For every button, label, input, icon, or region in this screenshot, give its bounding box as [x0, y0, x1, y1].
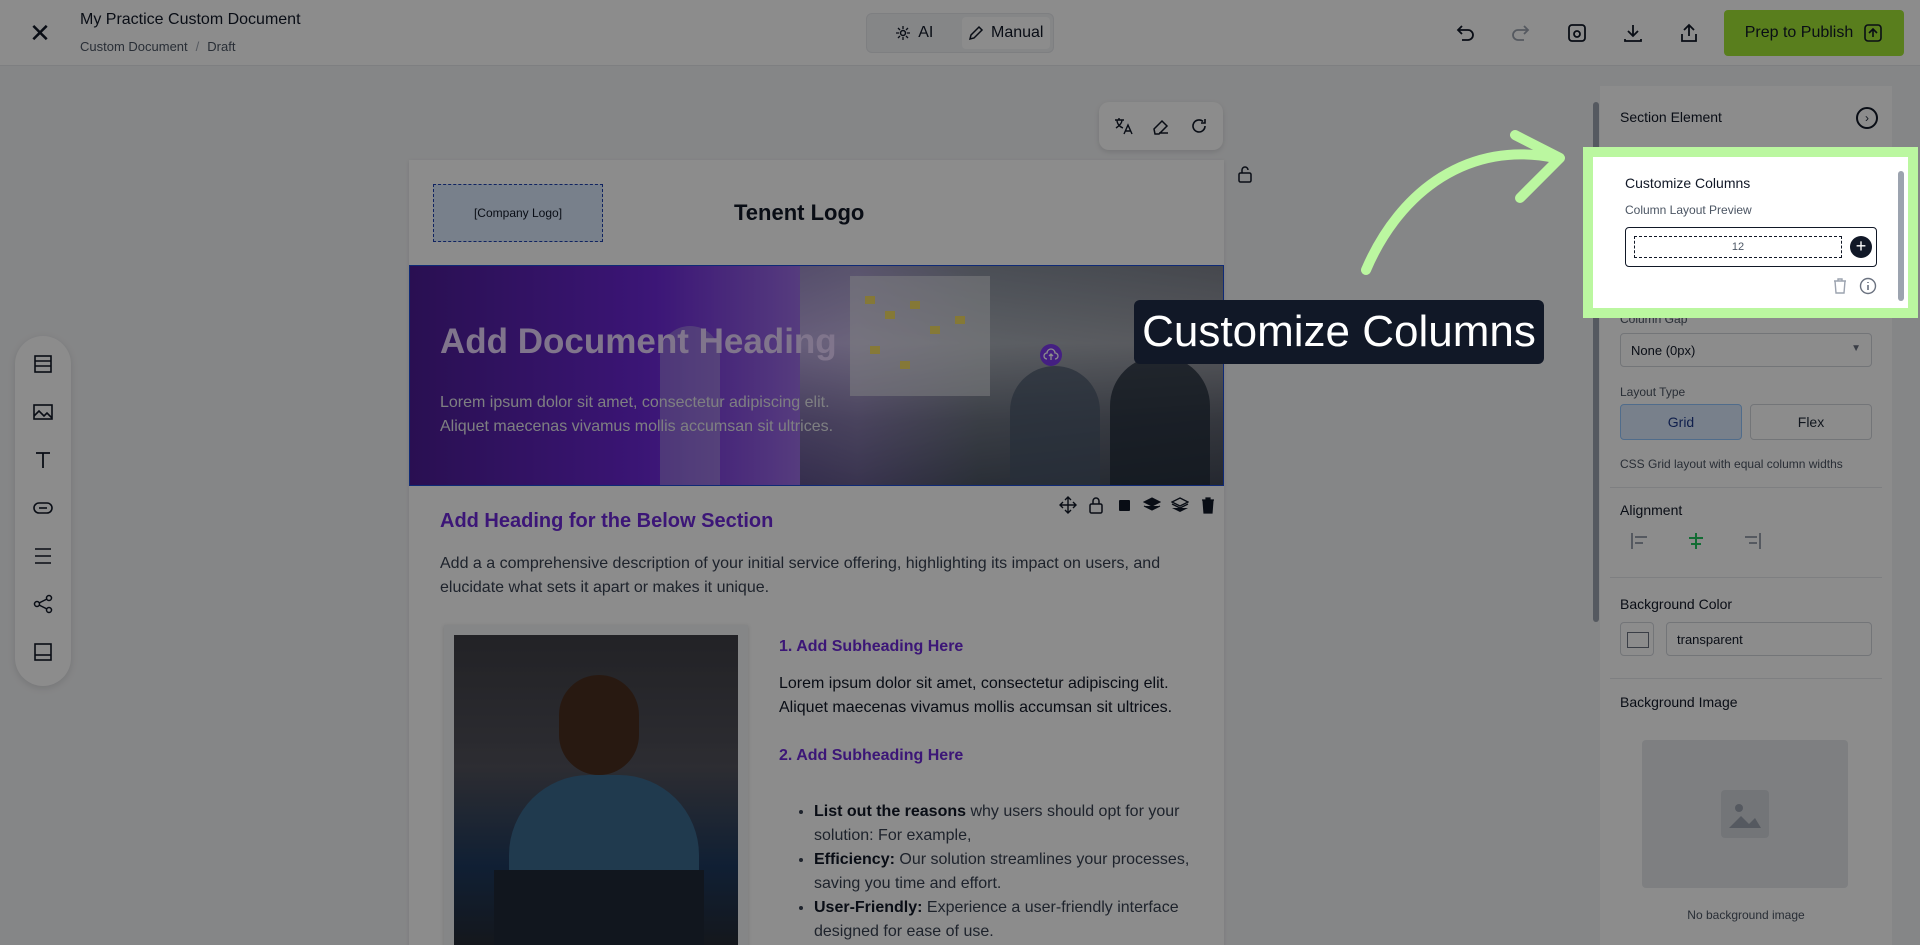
dim-overlay — [0, 318, 1920, 945]
customize-columns-title: Customize Columns — [1625, 175, 1751, 191]
step-tooltip: Customize Columns — [1134, 300, 1544, 364]
add-column-icon[interactable]: + — [1850, 236, 1872, 258]
column-cell[interactable]: 12 — [1634, 236, 1842, 258]
annotation-arrow — [1361, 130, 1565, 275]
customize-columns-highlight: Customize Columns Column Layout Preview … — [1583, 147, 1918, 318]
scrollbar-thumb[interactable] — [1898, 171, 1904, 301]
column-layout-preview: 12 + — [1625, 227, 1877, 267]
dim-overlay — [0, 0, 1920, 147]
dim-overlay — [0, 147, 1583, 318]
info-icon[interactable] — [1859, 277, 1877, 295]
column-preview-label: Column Layout Preview — [1625, 203, 1752, 217]
trash-icon[interactable] — [1831, 277, 1849, 295]
